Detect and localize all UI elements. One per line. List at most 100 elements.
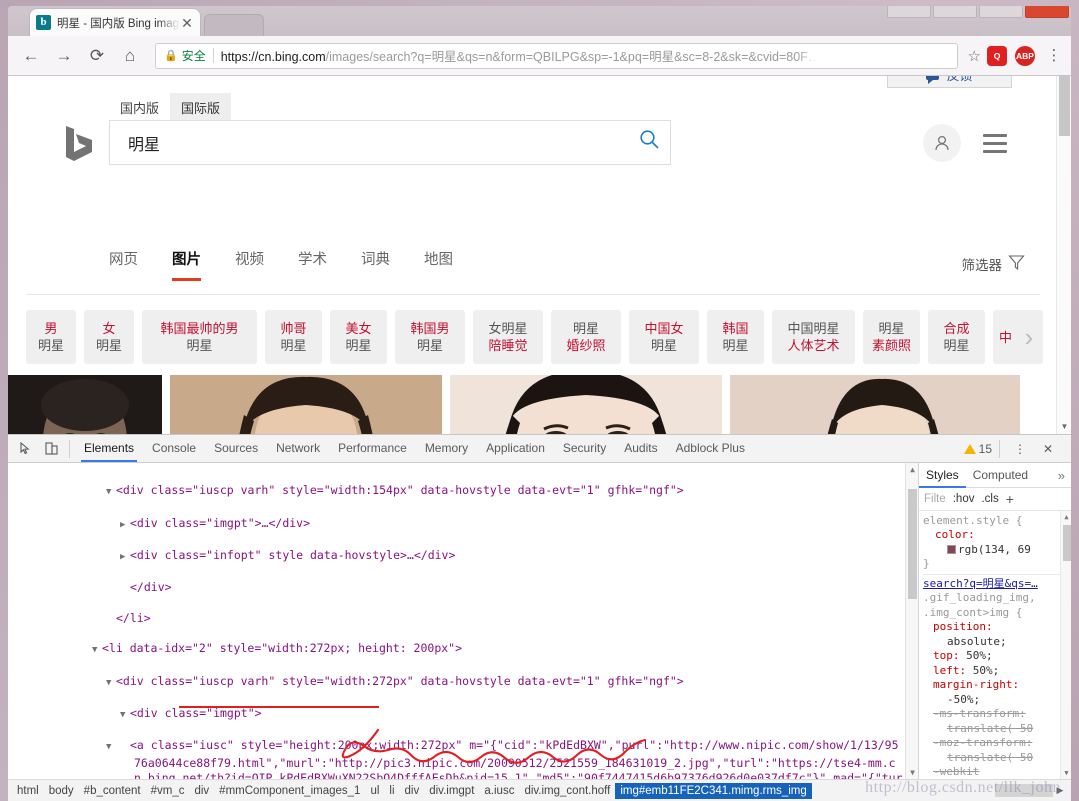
image-result-2[interactable] (170, 375, 442, 434)
hov-toggle-button[interactable]: :hov (953, 493, 975, 505)
breadcrumb-item-mmcomponent[interactable]: #mmComponent_images_1 (214, 783, 365, 799)
bing-search-box[interactable]: 明星 (109, 120, 671, 165)
bookmark-star-icon[interactable]: ☆ (968, 47, 981, 65)
breadcrumb-item-b-content[interactable]: #b_content (79, 783, 146, 799)
nav-tab-academic[interactable]: 学术 (298, 248, 327, 281)
breadcrumb-item-html[interactable]: html (12, 783, 44, 799)
devtools-tab-network[interactable]: Network (267, 435, 329, 462)
chip-8[interactable]: 中国女 明星 (629, 310, 699, 364)
breadcrumb-item-vm-c[interactable]: #vm_c (146, 783, 190, 799)
scroll-down-icon[interactable]: ▼ (1057, 419, 1071, 434)
styles-tab-computed[interactable]: Computed (966, 463, 1035, 487)
devtools-tab-console[interactable]: Console (143, 435, 205, 462)
declaration-top[interactable]: top: 50%; (923, 649, 1067, 664)
chevron-right-icon[interactable]: › (1012, 320, 1046, 354)
chip-4[interactable]: 美女 明星 (330, 310, 387, 364)
cls-toggle-button[interactable]: .cls (981, 493, 998, 505)
adblock-plus-icon[interactable]: ABP (1015, 45, 1035, 66)
chip-5[interactable]: 韩国男 明星 (395, 310, 465, 364)
feedback-button[interactable]: 反馈 (887, 76, 1012, 88)
dom-scrollbar-thumb[interactable] (908, 489, 917, 599)
breadcrumb-item-img-selected[interactable]: img#emb11FE2C341.mimg.rms_img (615, 782, 812, 799)
scroll-down-icon[interactable]: ▼ (1061, 767, 1071, 779)
chip-11[interactable]: 明星 素颜照 (863, 310, 920, 364)
devtools-tab-performance[interactable]: Performance (329, 435, 416, 462)
devtools-tab-sources[interactable]: Sources (205, 435, 267, 462)
styles-scrollbar[interactable]: ▲ ▼ (1060, 511, 1071, 779)
bing-logo[interactable] (60, 122, 102, 164)
account-avatar-icon[interactable] (923, 124, 961, 162)
chip-6[interactable]: 女明星 陪睡觉 (473, 310, 543, 364)
breadcrumb-item-div-img-cont[interactable]: div.img_cont.hoff (519, 783, 615, 799)
image-result-3[interactable] (450, 375, 722, 434)
toggle-device-toolbar-icon[interactable] (38, 437, 64, 461)
home-button[interactable]: ⌂ (115, 41, 145, 71)
devtools-tab-security[interactable]: Security (554, 435, 615, 462)
browser-tab[interactable]: b 明星 - 国内版 Bing imag ✕ (30, 9, 200, 36)
declaration-left[interactable]: left: 50%; (923, 664, 1067, 679)
chip-0[interactable]: 男明星 (26, 310, 76, 364)
breadcrumb-next-icon[interactable]: ▶ (1053, 785, 1067, 796)
chip-2[interactable]: 韩国最帅的男 明星 (142, 310, 257, 364)
scroll-up-icon[interactable]: ▲ (1061, 511, 1071, 523)
nav-tab-dictionary[interactable]: 词典 (361, 248, 390, 281)
expand-arrow-icon[interactable]: ▶ (120, 550, 130, 565)
version-tab-domestic[interactable]: 国内版 (109, 93, 171, 123)
dom-line[interactable]: ▼ <li data-idx="2" style="width:272px; he… (8, 641, 918, 658)
search-input[interactable]: 明星 (128, 131, 639, 155)
maximize-button[interactable] (933, 6, 977, 18)
breadcrumb-item-body[interactable]: body (44, 783, 79, 799)
close-window-button[interactable] (1025, 6, 1069, 18)
search-icon[interactable] (639, 129, 660, 156)
declaration-position[interactable]: position: absolute; (923, 620, 1067, 649)
dom-tree-pane[interactable]: ▼ <div class="iuscp varh" style="width:15… (8, 463, 918, 779)
dom-line[interactable]: ▼ <a class="iusc" style="height:200px;wid… (8, 738, 918, 779)
image-result-4[interactable] (730, 375, 1020, 434)
styles-scrollbar-thumb[interactable] (1063, 525, 1071, 561)
nav-tab-web[interactable]: 网页 (109, 248, 138, 281)
chip-10[interactable]: 中国明星 人体艺术 (772, 310, 855, 364)
collapse-arrow-icon[interactable]: ▼ (106, 676, 116, 691)
chip-7[interactable]: 明星 婚纱照 (551, 310, 621, 364)
dom-line[interactable]: ▶ <div class="imgpt">…</div> (8, 516, 918, 533)
chip-9[interactable]: 韩国 明星 (707, 310, 764, 364)
styles-filter-input[interactable]: Filte (924, 493, 946, 505)
dom-line[interactable]: </li> (8, 611, 918, 626)
devtools-tab-application[interactable]: Application (477, 435, 554, 462)
chevron-double-right-icon[interactable]: » (1058, 468, 1071, 483)
qq-extension-icon[interactable]: Q (987, 45, 1007, 66)
nav-tab-maps[interactable]: 地图 (424, 248, 453, 281)
restore-button[interactable] (979, 6, 1023, 18)
devtools-tab-audits[interactable]: Audits (615, 435, 666, 462)
reload-button[interactable]: ⟳ (82, 41, 112, 71)
collapse-arrow-icon[interactable]: ▼ (120, 708, 130, 723)
devtools-tab-memory[interactable]: Memory (416, 435, 477, 462)
breadcrumb-item-a-iusc[interactable]: a.iusc (479, 783, 519, 799)
hamburger-menu-icon[interactable] (983, 133, 1007, 153)
back-button[interactable]: ← (16, 41, 46, 71)
filters-button[interactable]: 筛选器 (962, 254, 1026, 274)
dom-line[interactable]: </div> (8, 580, 918, 595)
style-rule-stylesheet[interactable]: search?q=明星&qs=… .gif_loading_img, .img_… (923, 573, 1067, 779)
devtools-tab-adblock-plus[interactable]: Adblock Plus (667, 435, 754, 462)
declaration-ms-transform[interactable]: -ms-transform: translate( 50 (923, 707, 1067, 736)
breadcrumb-item-div[interactable]: div (189, 783, 214, 799)
chip-3[interactable]: 帅哥 明星 (265, 310, 322, 364)
inspect-element-icon[interactable] (12, 437, 38, 461)
dom-line[interactable]: ▼ <div class="iuscp varh" style="width:15… (8, 483, 918, 500)
scroll-up-icon[interactable]: ▲ (906, 463, 918, 476)
page-scrollbar[interactable]: ▲ ▼ (1056, 76, 1071, 434)
expand-arrow-icon[interactable]: ▶ (120, 518, 130, 533)
declaration-moz-transform[interactable]: -moz-transform: translate( 50 (923, 736, 1067, 765)
chip-12[interactable]: 合成 明星 (928, 310, 985, 364)
devtools-tab-elements[interactable]: Elements (75, 435, 143, 462)
dom-line[interactable]: ▼ <div class="iuscp varh" style="width:27… (8, 674, 918, 691)
breadcrumb-item-div2[interactable]: div (400, 783, 425, 799)
dom-scrollbar[interactable]: ▲ ▼ (905, 463, 918, 779)
chip-1[interactable]: 女明星 (84, 310, 134, 364)
devtools-more-icon[interactable]: ⋮ (1007, 437, 1033, 461)
dom-line[interactable]: ▶ <div class="infopt" style data-hovstyle… (8, 548, 918, 565)
image-result-1[interactable] (8, 375, 162, 434)
close-devtools-icon[interactable]: ✕ (1035, 437, 1061, 461)
stylesheet-origin-link[interactable]: search?q=明星&qs=… (923, 577, 1067, 592)
